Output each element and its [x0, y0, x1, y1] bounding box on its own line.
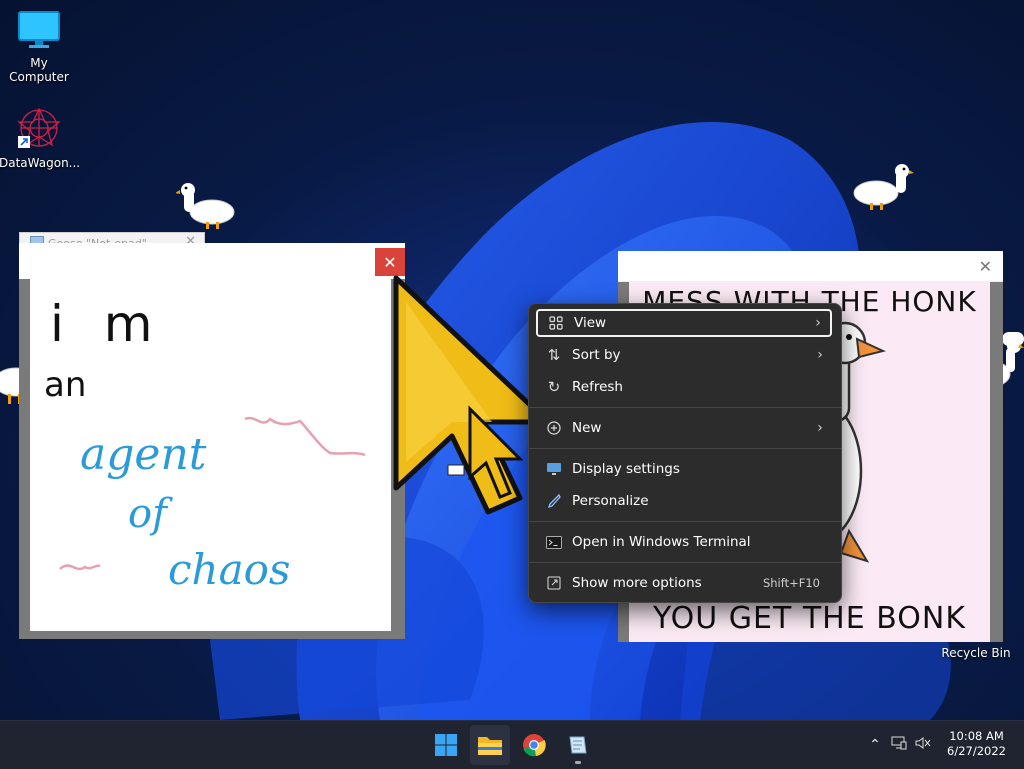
menu-item-view[interactable]: View › — [536, 309, 832, 337]
brush-icon — [536, 494, 572, 508]
menu-separator — [529, 407, 841, 408]
meme-bottom-text: YOU GET THE BONK — [652, 601, 966, 636]
chrome-icon — [523, 734, 546, 757]
taskbar: ⌃ 10:08 AM 6/27/2022 — [0, 720, 1024, 769]
refresh-icon: ↻ — [547, 378, 561, 396]
menu-item-label: View — [574, 315, 607, 331]
folder-icon — [478, 737, 502, 755]
system-tray: ⌃ — [864, 721, 934, 769]
clock-time: 10:08 AM — [949, 729, 1004, 743]
menu-separator — [529, 562, 841, 563]
menu-item-personalize[interactable]: Personalize — [536, 487, 832, 515]
menu-item-open-terminal[interactable]: Open in Windows Terminal — [536, 528, 832, 556]
menu-item-label: Show more options — [572, 575, 702, 591]
desktop-context-menu: View › ⇅ Sort by › ↻ Refresh New › Displ… — [528, 303, 842, 603]
datawagon-icon — [17, 107, 61, 148]
desktop-icon-datawagon[interactable]: DataWagon... — [0, 106, 81, 170]
note-line: an — [44, 365, 87, 405]
note-line: i m — [50, 295, 165, 353]
network-icon[interactable] — [886, 736, 912, 754]
chevron-right-icon: › — [817, 420, 823, 436]
meme-titlebar — [618, 251, 1003, 282]
taskbar-notepad-button[interactable] — [558, 725, 598, 765]
menu-item-label: Open in Windows Terminal — [572, 534, 751, 550]
taskbar-chrome-button[interactable] — [514, 725, 554, 765]
notepad-icon — [569, 736, 587, 754]
goose-icon[interactable] — [176, 182, 238, 230]
monitor-icon — [18, 11, 60, 48]
chevron-right-icon: › — [817, 347, 823, 363]
running-indicator — [575, 761, 581, 764]
menu-item-label: Refresh — [572, 379, 623, 395]
close-icon[interactable]: ✕ — [979, 257, 992, 276]
sort-icon: ⇅ — [547, 346, 561, 364]
note-line: of — [128, 491, 167, 537]
clock-date: 6/27/2022 — [947, 744, 1006, 758]
menu-separator — [529, 521, 841, 522]
menu-separator — [529, 448, 841, 449]
menu-item-new[interactable]: New › — [536, 414, 832, 442]
notepad-drawing-titlebar — [19, 243, 405, 279]
cursor-arrow-icon — [447, 405, 524, 499]
menu-item-label: Display settings — [572, 461, 680, 477]
menu-item-sort-by[interactable]: ⇅ Sort by › — [536, 341, 832, 369]
goose-icon[interactable] — [852, 163, 914, 211]
note-line: chaos — [168, 545, 291, 594]
menu-item-label: Sort by — [572, 347, 621, 363]
menu-item-label: Personalize — [572, 493, 649, 509]
menu-item-show-more-options[interactable]: Show more options Shift+F10 — [536, 569, 832, 597]
chevron-up-icon[interactable]: ⌃ — [864, 737, 886, 753]
desktop-icon-label: My Computer — [9, 56, 69, 84]
taskbar-start-button[interactable] — [426, 725, 466, 765]
notepad-bottom-edge — [19, 631, 405, 639]
expand-icon — [536, 576, 572, 590]
menu-item-shortcut: Shift+F10 — [762, 576, 820, 590]
taskbar-clock[interactable]: 10:08 AM 6/27/2022 — [947, 729, 1006, 759]
menu-item-display-settings[interactable]: Display settings — [536, 455, 832, 483]
notepad-drawing-window[interactable]: ✕ i m an agent of chaos — [19, 243, 405, 639]
desktop-icon-label: Recycle Bin — [941, 646, 1011, 660]
desktop-icon-recycle-bin[interactable]: Recycle Bin — [932, 646, 1020, 660]
note-line: agent — [80, 429, 207, 480]
desktop-icon-label: DataWagon... — [0, 156, 81, 170]
grid-icon — [538, 316, 574, 330]
close-icon: ✕ — [383, 252, 397, 272]
chevron-right-icon: › — [815, 315, 821, 331]
windows-start-icon — [435, 734, 457, 756]
plus-circle-icon — [536, 421, 572, 435]
desktop-icon-my-computer[interactable]: My Computer — [0, 10, 79, 84]
menu-item-label: New — [572, 420, 602, 436]
menu-item-refresh[interactable]: ↻ Refresh — [536, 373, 832, 401]
display-icon — [536, 462, 572, 476]
taskbar-file-explorer-button[interactable] — [470, 725, 510, 765]
volume-muted-icon[interactable] — [912, 736, 934, 754]
terminal-icon — [536, 535, 572, 549]
